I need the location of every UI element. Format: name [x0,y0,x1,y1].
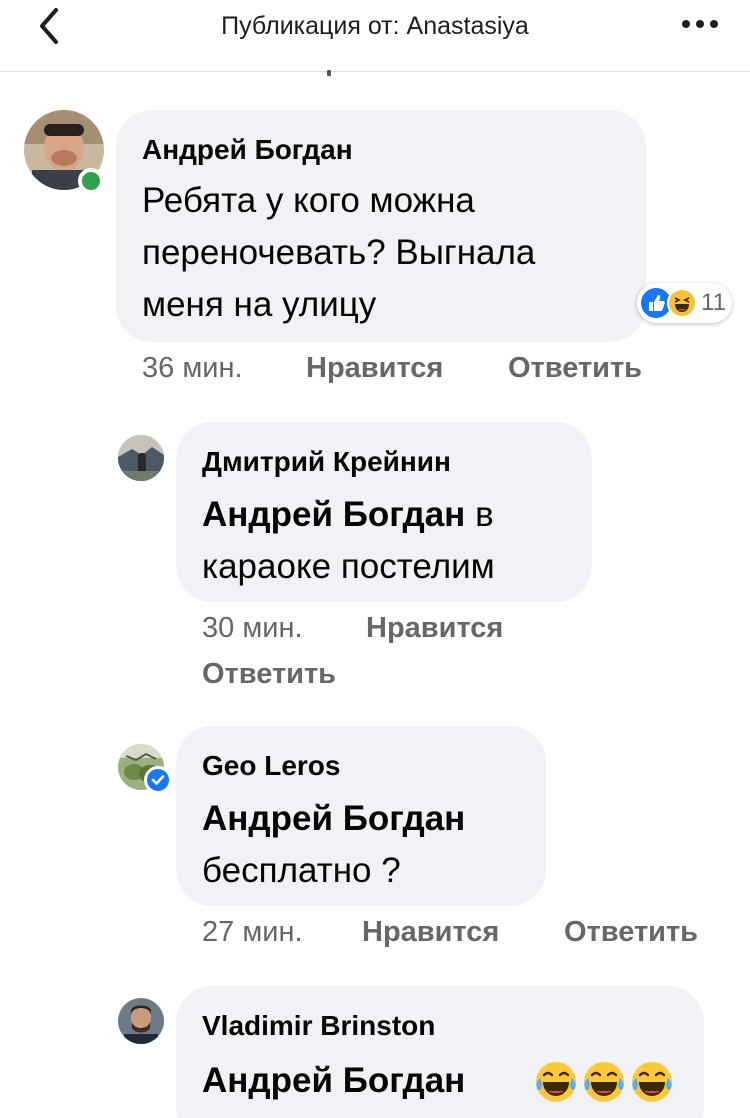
like-button[interactable]: Нравится [306,352,443,385]
laughing-tears-icon [536,1062,576,1102]
mention-link[interactable]: Андрей Богдан [202,1058,465,1103]
avatar-photo-icon [118,435,164,481]
comment-bubble-4[interactable]: Vladimir Brinston Андрей Богдан [176,986,704,1118]
verified-badge-icon [144,766,172,794]
mention-link[interactable]: Андрей Богдан [202,495,465,534]
reactions-count: 11 [701,289,726,316]
comment-time: 30 мин. [202,612,303,644]
comment-bubble-2[interactable]: Дмитрий Крейнин Андрей Богдан в караоке … [176,422,592,602]
reply-button[interactable]: Ответить [564,916,698,949]
page-title: Публикация от: Anastasiya [221,12,529,40]
comment-text-line: Ребята у кого можна [142,181,475,220]
reply-button[interactable]: Ответить [508,352,642,385]
reactions-summary[interactable]: 11 [637,283,732,323]
avatar-photo-icon [118,998,164,1044]
avatar-dmitriy-kreynin[interactable] [118,435,164,481]
laughing-tears-icon [584,1062,624,1102]
comment-author[interactable]: Geo Leros [202,750,340,782]
comment-time: 36 мин. [142,352,243,384]
avatar-vladimir-brinston[interactable] [118,998,164,1044]
comment-text: в [475,495,494,534]
comment-author[interactable]: Дмитрий Крейнин [202,446,451,478]
mention-link[interactable]: Андрей Богдан [202,796,465,841]
comment-author[interactable]: Андрей Богдан [142,134,353,166]
more-options-icon[interactable] [680,16,720,32]
laugh-icon [667,288,697,318]
online-status-dot [78,168,104,194]
comment-text-line: Андрей Богдан в [202,492,494,537]
top-bar: Публикация от: Anastasiya [0,0,750,72]
comment-author[interactable]: Vladimir Brinston [202,1010,435,1042]
comment-bubble-3[interactable]: Geo Leros Андрей Богдан бесплатно ? [176,726,546,906]
comment-text-line: меня на улицу [142,285,377,324]
laughing-tears-icon [632,1062,672,1102]
like-button[interactable]: Нравится [362,916,499,949]
comment-text-line: переночевать? Выгнала [142,233,536,272]
comment-text-line: бесплатно ? [202,851,401,890]
loading-indicator [327,70,331,76]
comment-time: 27 мин. [202,916,303,948]
like-button[interactable]: Нравится [366,612,503,645]
reply-button[interactable]: Ответить [202,658,336,691]
comment-bubble-1[interactable]: Андрей Богдан Ребята у кого можна перено… [116,110,646,342]
comment-text-line: караоке постелим [202,547,495,586]
